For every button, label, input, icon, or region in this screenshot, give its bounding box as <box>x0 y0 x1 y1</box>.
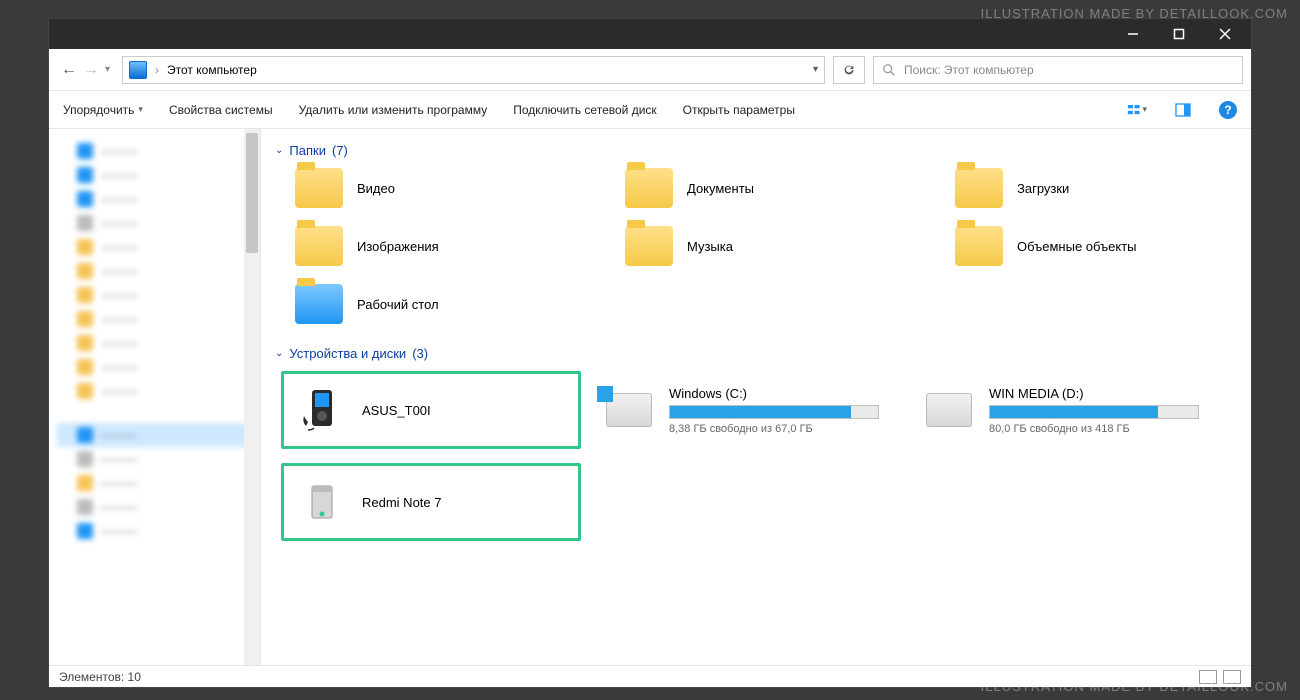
uninstall-program-button[interactable]: Удалить или изменить программу <box>299 103 488 117</box>
folders-grid: Видео Документы Загрузки Изображения Муз… <box>295 168 1237 324</box>
watermark-bottom: ILLUSTRATION MADE BY DETAILLOOK.COM <box>981 679 1288 694</box>
preview-pane-button[interactable] <box>1173 100 1193 120</box>
help-button[interactable]: ? <box>1219 101 1237 119</box>
sidebar-scrollbar[interactable] <box>244 129 260 665</box>
drive-usage-fill <box>670 406 851 418</box>
folder-label: Объемные объекты <box>1017 239 1137 254</box>
search-box[interactable]: Поиск: Этот компьютер <box>873 56 1243 84</box>
refresh-button[interactable] <box>833 56 865 84</box>
drive-d[interactable]: WIN MEDIA (D:) 80,0 ГБ свободно из 418 Г… <box>911 371 1221 449</box>
drive-icon <box>923 384 975 436</box>
search-placeholder: Поиск: Этот компьютер <box>904 63 1034 77</box>
folder-icon <box>625 168 673 208</box>
scrollbar-thumb[interactable] <box>246 133 258 253</box>
folder-label: Изображения <box>357 239 439 254</box>
content-pane: ⌄ Папки (7) Видео Документы Загрузки <box>261 129 1251 665</box>
forward-button[interactable]: → <box>83 61 99 79</box>
address-row: ← → ▾ › Этот компьютер ▾ Поиск: Этот ком… <box>49 49 1251 91</box>
open-settings-button[interactable]: Открыть параметры <box>683 103 795 117</box>
folder-icon <box>625 226 673 266</box>
nav-arrows: ← → ▾ <box>57 61 114 79</box>
this-pc-icon <box>129 61 147 79</box>
command-bar: Упорядочить▾ Свойства системы Удалить ил… <box>49 91 1251 129</box>
view-options-button[interactable]: ▾ <box>1127 100 1147 120</box>
address-bar[interactable]: › Этот компьютер ▾ <box>122 56 825 84</box>
folder-label: Видео <box>357 181 395 196</box>
back-button[interactable]: ← <box>61 61 77 79</box>
device-redmi[interactable]: Redmi Note 7 <box>281 463 581 541</box>
folder-label: Рабочий стол <box>357 297 439 312</box>
phone-device-icon <box>296 476 348 528</box>
drive-usage-bar <box>669 405 879 419</box>
address-dropdown[interactable]: ▾ <box>813 64 818 75</box>
maximize-button[interactable] <box>1159 20 1199 48</box>
folder-videos[interactable]: Видео <box>295 168 595 208</box>
folder-music[interactable]: Музыка <box>625 226 925 266</box>
minimize-button[interactable] <box>1113 20 1153 48</box>
folder-pictures[interactable]: Изображения <box>295 226 595 266</box>
folder-icon <box>295 226 343 266</box>
folders-group-header[interactable]: ⌄ Папки (7) <box>275 143 1237 158</box>
folder-label: Документы <box>687 181 754 196</box>
chevron-down-icon: ⌄ <box>275 348 283 359</box>
drive-sublabel: 80,0 ГБ свободно из 418 ГБ <box>989 423 1209 435</box>
organize-button[interactable]: Упорядочить▾ <box>63 103 143 117</box>
map-network-drive-button[interactable]: Подключить сетевой диск <box>513 103 656 117</box>
close-button[interactable] <box>1205 20 1245 48</box>
device-label: Redmi Note 7 <box>362 495 441 510</box>
folder-documents[interactable]: Документы <box>625 168 925 208</box>
folder-3d-objects[interactable]: Объемные объекты <box>955 226 1251 266</box>
breadcrumb-location[interactable]: Этот компьютер <box>167 63 257 77</box>
history-dropdown[interactable]: ▾ <box>105 64 110 75</box>
titlebar <box>49 19 1251 49</box>
folder-downloads[interactable]: Загрузки <box>955 168 1251 208</box>
system-properties-button[interactable]: Свойства системы <box>169 103 273 117</box>
folder-icon <box>955 226 1003 266</box>
drive-usage-bar <box>989 405 1199 419</box>
explorer-window: ← → ▾ › Этот компьютер ▾ Поиск: Этот ком… <box>48 18 1252 688</box>
folder-desktop[interactable]: Рабочий стол <box>295 284 595 324</box>
folder-icon <box>295 284 343 324</box>
drive-usage-fill <box>990 406 1158 418</box>
chevron-down-icon: ⌄ <box>275 145 283 156</box>
media-player-icon <box>296 384 348 436</box>
navigation-pane[interactable]: ——— ——— ——— ——— ——— ——— ——— ——— ——— ——— … <box>49 129 261 665</box>
body: ——— ——— ——— ——— ——— ——— ——— ——— ——— ——— … <box>49 129 1251 665</box>
drive-label: WIN MEDIA (D:) <box>989 386 1209 401</box>
drive-sublabel: 8,38 ГБ свободно из 67,0 ГБ <box>669 423 889 435</box>
folder-label: Загрузки <box>1017 181 1069 196</box>
device-asus[interactable]: ASUS_T00I <box>281 371 581 449</box>
folder-icon <box>295 168 343 208</box>
folder-icon <box>955 168 1003 208</box>
device-label: ASUS_T00I <box>362 403 431 418</box>
folder-label: Музыка <box>687 239 733 254</box>
watermark-top: ILLUSTRATION MADE BY DETAILLOOK.COM <box>981 6 1288 21</box>
drive-c[interactable]: Windows (C:) 8,38 ГБ свободно из 67,0 ГБ <box>591 371 901 449</box>
breadcrumb-sep: › <box>155 63 159 77</box>
search-icon <box>882 63 896 77</box>
devices-group-header[interactable]: ⌄ Устройства и диски (3) <box>275 346 1237 361</box>
drive-icon <box>603 384 655 436</box>
status-item-count: Элементов: 10 <box>59 670 141 684</box>
devices-grid: ASUS_T00I Windows (C:) 8,38 ГБ свободно … <box>281 371 1237 541</box>
drive-label: Windows (C:) <box>669 386 889 401</box>
windows-logo-icon <box>597 386 613 402</box>
